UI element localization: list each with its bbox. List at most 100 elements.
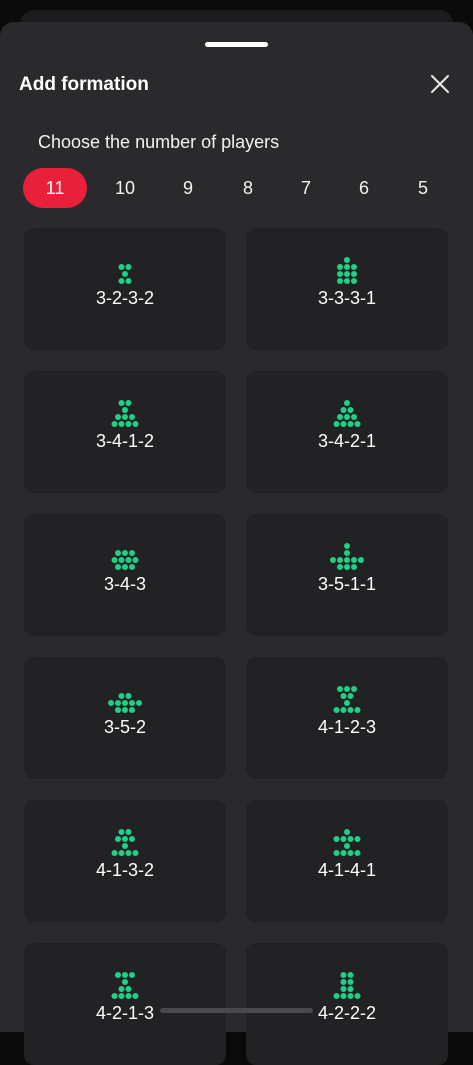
player-dot xyxy=(347,707,354,713)
player-dot xyxy=(340,707,347,713)
formation-diagram-icon xyxy=(111,400,139,427)
player-dot xyxy=(125,829,132,835)
player-dot xyxy=(125,278,132,284)
formation-label: 3-2-3-2 xyxy=(95,288,155,308)
formation-card[interactable]: 3-5-1-1 xyxy=(246,514,448,636)
player-count-8[interactable]: 8 xyxy=(216,168,280,208)
player-dot xyxy=(108,700,114,706)
formation-card[interactable]: 4-2-2-2 xyxy=(246,943,448,1065)
player-dot xyxy=(111,557,118,563)
close-button[interactable] xyxy=(428,72,452,96)
formation-card[interactable]: 3-3-3-1 xyxy=(246,228,448,350)
formation-card[interactable]: 3-4-2-1 xyxy=(246,371,448,493)
player-dot xyxy=(118,693,125,699)
player-dot xyxy=(337,278,343,284)
formation-diagram-icon xyxy=(333,400,361,427)
player-dot xyxy=(340,972,347,978)
close-icon xyxy=(431,75,449,93)
player-dot xyxy=(347,850,354,856)
player-dot xyxy=(344,400,350,406)
formation-label: 3-4-3 xyxy=(103,574,147,594)
formation-label: 4-1-2-3 xyxy=(317,717,377,737)
player-dot xyxy=(351,557,357,563)
player-dot xyxy=(118,850,125,856)
player-dot xyxy=(125,557,132,563)
player-dot xyxy=(115,700,121,706)
player-dot xyxy=(337,264,343,270)
player-dot xyxy=(344,829,350,835)
player-dot xyxy=(125,421,132,427)
formation-diagram-icon xyxy=(111,829,139,856)
player-dot xyxy=(344,264,350,270)
player-dot xyxy=(344,414,350,420)
formation-label: 3-4-1-2 xyxy=(95,431,155,451)
player-dot xyxy=(337,686,343,692)
player-dot xyxy=(354,421,361,427)
player-dot xyxy=(125,400,132,406)
player-dot xyxy=(115,707,121,713)
player-dot xyxy=(354,836,361,842)
player-dot xyxy=(118,400,125,406)
player-dot xyxy=(129,700,135,706)
player-dot xyxy=(125,993,132,999)
player-dot xyxy=(351,414,357,420)
sheet-grabber[interactable] xyxy=(205,42,268,47)
player-dot xyxy=(122,843,128,849)
player-dot xyxy=(115,564,121,570)
player-dot xyxy=(333,993,340,999)
player-dot xyxy=(111,993,118,999)
player-count-6[interactable]: 6 xyxy=(332,168,396,208)
player-dot xyxy=(347,979,354,985)
player-dot xyxy=(344,557,350,563)
player-count-7[interactable]: 7 xyxy=(274,168,338,208)
player-dot xyxy=(358,557,364,563)
player-dot xyxy=(136,700,142,706)
formation-card[interactable]: 4-1-2-3 xyxy=(246,657,448,779)
formation-diagram-icon xyxy=(333,686,361,713)
player-dot xyxy=(125,693,132,699)
player-count-11[interactable]: 11 xyxy=(23,168,87,208)
formation-card[interactable]: 3-5-2 xyxy=(24,657,226,779)
player-dot xyxy=(340,986,347,992)
formation-card[interactable]: 3-4-3 xyxy=(24,514,226,636)
player-dot xyxy=(132,421,139,427)
player-dot xyxy=(122,550,128,556)
player-dot xyxy=(340,979,347,985)
player-dot xyxy=(122,700,128,706)
player-count-5[interactable]: 5 xyxy=(391,168,455,208)
player-dot xyxy=(340,407,347,413)
player-dot xyxy=(115,414,121,420)
player-dot xyxy=(122,564,128,570)
formation-diagram-icon xyxy=(111,972,139,999)
player-dot xyxy=(118,993,125,999)
formation-card[interactable]: 4-2-1-3 xyxy=(24,943,226,1065)
player-dot xyxy=(344,686,350,692)
player-dot xyxy=(111,850,118,856)
player-dot xyxy=(354,707,361,713)
player-dot xyxy=(337,414,343,420)
player-dot xyxy=(129,707,135,713)
player-count-prompt: Choose the number of players xyxy=(38,132,280,152)
player-dot xyxy=(115,550,121,556)
player-dot xyxy=(125,850,132,856)
player-dot xyxy=(347,972,354,978)
formation-card[interactable]: 4-1-3-2 xyxy=(24,800,226,922)
formation-card[interactable]: 3-4-1-2 xyxy=(24,371,226,493)
player-count-10[interactable]: 10 xyxy=(93,168,157,208)
player-dot xyxy=(354,850,361,856)
formation-label: 4-1-3-2 xyxy=(95,860,155,880)
player-dot xyxy=(340,836,347,842)
player-dot xyxy=(122,414,128,420)
player-dot xyxy=(118,986,125,992)
formation-card[interactable]: 4-1-4-1 xyxy=(246,800,448,922)
player-dot xyxy=(122,972,128,978)
player-dot xyxy=(118,264,125,270)
player-dot xyxy=(351,564,357,570)
formation-card[interactable]: 3-2-3-2 xyxy=(24,228,226,350)
player-dot xyxy=(111,421,118,427)
add-formation-sheet: Add formation Choose the number of playe… xyxy=(0,22,473,1065)
player-count-9[interactable]: 9 xyxy=(156,168,220,208)
player-dot xyxy=(347,986,354,992)
player-dot xyxy=(129,564,135,570)
formation-label: 3-3-3-1 xyxy=(317,288,377,308)
